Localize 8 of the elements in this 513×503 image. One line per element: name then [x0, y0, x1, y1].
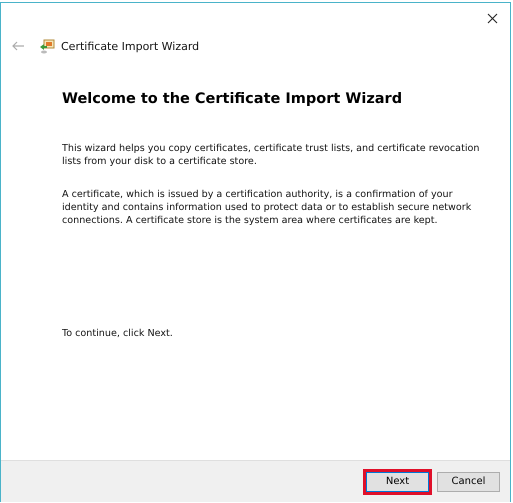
continue-instruction: To continue, click Next. — [62, 328, 174, 339]
description-paragraph: A certificate, which is issued by a certification authority, is a confirmation of your identity and contains information used to protect data or to establish secure network connections. A certificate store is the system area where certificates are kept. — [62, 188, 472, 227]
certificate-icon — [39, 38, 55, 54]
description-paragraph: This wizard helps you copy certificates, certificate trust lists, and certificate revocation lists from your disk to a certificate store. — [62, 142, 480, 168]
wizard-button[interactable]: Cancel — [437, 472, 500, 492]
window-title: Certificate Import Wizard — [61, 40, 200, 52]
close-icon[interactable] — [487, 12, 498, 24]
wizard-heading: Welcome to the Certificate Import Wizard — [62, 91, 404, 107]
